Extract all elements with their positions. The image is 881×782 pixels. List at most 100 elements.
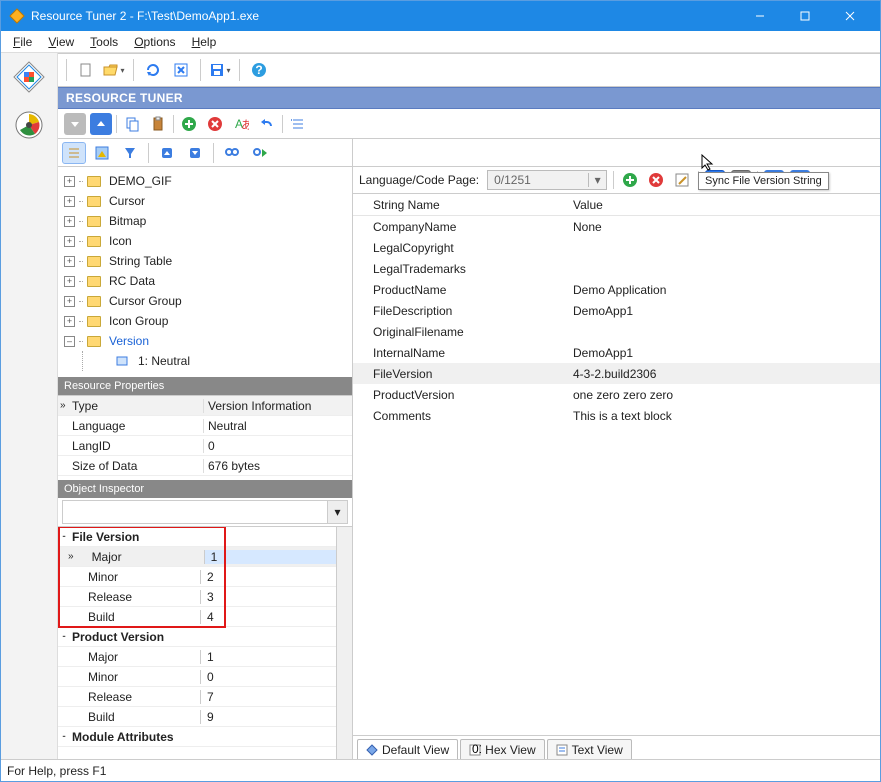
grid-row[interactable]: OriginalFilename [353,321,880,342]
open-button[interactable]: ▾ [103,59,125,81]
inspector-section[interactable]: -Product Version [58,627,336,647]
version-strings-grid[interactable]: String NameValue CompanyNameNoneLegalCop… [353,194,880,735]
tree-item[interactable]: +DEMO_GIF [60,171,350,191]
menu-options[interactable]: Options [128,33,181,51]
rail-gauge-icon[interactable] [11,107,47,143]
resource-properties-header: Resource Properties [58,377,352,395]
delete-button[interactable] [204,113,226,135]
folder-icon [87,236,101,247]
grid-header: String NameValue [353,194,880,216]
lang-combo[interactable]: 0/1251▾ [487,170,607,190]
save-button[interactable]: ▾ [209,59,231,81]
tree-item[interactable]: 1: Neutral [60,351,350,371]
main-toolbar: ▾ ▾ ? [58,53,880,87]
titlebar: Resource Tuner 2 - F:\Test\DemoApp1.exe [1,1,880,31]
grid-row[interactable]: LegalTrademarks [353,258,880,279]
minimize-button[interactable] [737,1,782,31]
arrow-down-button[interactable] [64,113,86,135]
tree-item[interactable]: –Version [60,331,350,351]
inspector-row[interactable]: Major1 [58,647,336,667]
right-pane: Language/Code Page: 0/1251▾ F P Sync Fil [353,139,880,759]
expand-button[interactable] [155,142,179,164]
folder-icon [87,196,101,207]
help-button[interactable]: ? [248,59,270,81]
remove-lang-button[interactable] [646,170,666,190]
tree-item[interactable]: +Cursor [60,191,350,211]
translate-button[interactable]: Aあ [230,113,252,135]
inspector-row[interactable]: Release3 [58,587,336,607]
right-spacer [353,139,880,167]
folder-icon [87,316,101,327]
tree-item[interactable]: +Icon Group [60,311,350,331]
close-button[interactable] [827,1,872,31]
object-inspector: -File Version»Major1Minor2Release3Build4… [58,526,352,759]
svg-text:01: 01 [472,744,481,756]
property-row: LangID0 [58,436,352,456]
menu-view[interactable]: View [42,33,80,51]
menu-help[interactable]: Help [186,33,223,51]
close-file-button[interactable] [170,59,192,81]
find-button[interactable] [220,142,244,164]
inspector-row[interactable]: Build4 [58,607,336,627]
find-next-button[interactable] [248,142,272,164]
list-button[interactable] [287,113,309,135]
menu-tools[interactable]: Tools [84,33,124,51]
tab-text-view[interactable]: Text View [547,739,632,759]
resource-tree[interactable]: +DEMO_GIF+Cursor+Bitmap+Icon+String Tabl… [58,167,352,377]
dropdown-icon[interactable]: ▾ [327,501,347,523]
filter-button[interactable] [118,142,142,164]
tab-default-view[interactable]: Default View [357,739,458,759]
tree-item[interactable]: +Bitmap [60,211,350,231]
grid-row[interactable]: ProductVersionone zero zero zero [353,384,880,405]
inspector-section[interactable]: -Module Attributes [58,727,336,747]
copy-button[interactable] [121,113,143,135]
tree-item[interactable]: +Cursor Group [60,291,350,311]
left-pane: +DEMO_GIF+Cursor+Bitmap+Icon+String Tabl… [58,139,353,759]
tree-item[interactable]: +Icon [60,231,350,251]
grid-row[interactable]: FileVersion4-3-2.build2306 [353,363,880,384]
window-title: Resource Tuner 2 - F:\Test\DemoApp1.exe [31,9,737,23]
add-button[interactable] [178,113,200,135]
add-lang-button[interactable] [620,170,640,190]
scrollbar[interactable] [336,527,352,759]
object-inspector-header: Object Inspector [58,480,352,498]
undo-button[interactable] [256,113,278,135]
tree-item[interactable]: +RC Data [60,271,350,291]
sub-toolbar: Aあ [58,109,880,139]
view-tabs: Default View 01Hex View Text View [353,735,880,759]
tree-item[interactable]: +String Table [60,251,350,271]
rail-resource-icon[interactable] [11,59,47,95]
inspector-row[interactable]: »Major1 [58,547,336,567]
thumbnail-button[interactable] [90,142,114,164]
inspector-row[interactable]: Build9 [58,707,336,727]
status-bar: For Help, press F1 [1,759,880,781]
property-row: Size of Data676 bytes [58,456,352,476]
menu-file[interactable]: File [7,33,38,51]
maximize-button[interactable] [782,1,827,31]
object-inspector-filter[interactable]: ▾ [62,500,348,524]
grid-row[interactable]: LegalCopyright [353,237,880,258]
resource-properties: »TypeVersion InformationLanguageNeutralL… [58,395,352,476]
grid-row[interactable]: ProductNameDemo Application [353,279,880,300]
inspector-row[interactable]: Release7 [58,687,336,707]
grid-row[interactable]: FileDescriptionDemoApp1 [353,300,880,321]
tab-hex-view[interactable]: 01Hex View [460,739,544,759]
tooltip: Sync File Version String [698,172,829,190]
edit-lang-button[interactable] [672,170,692,190]
inspector-row[interactable]: Minor0 [58,667,336,687]
refresh-button[interactable] [142,59,164,81]
inspector-row[interactable]: Minor2 [58,567,336,587]
grid-row[interactable]: InternalNameDemoApp1 [353,342,880,363]
new-button[interactable] [75,59,97,81]
grid-row[interactable]: CommentsThis is a text block [353,405,880,426]
tree-view-button[interactable] [62,142,86,164]
arrow-up-button[interactable] [90,113,112,135]
folder-icon [87,336,101,347]
left-rail [1,53,58,759]
svg-text:?: ? [255,63,262,77]
collapse-button[interactable] [183,142,207,164]
property-row: LanguageNeutral [58,416,352,436]
grid-row[interactable]: CompanyNameNone [353,216,880,237]
inspector-section[interactable]: -File Version [58,527,336,547]
paste-button[interactable] [147,113,169,135]
